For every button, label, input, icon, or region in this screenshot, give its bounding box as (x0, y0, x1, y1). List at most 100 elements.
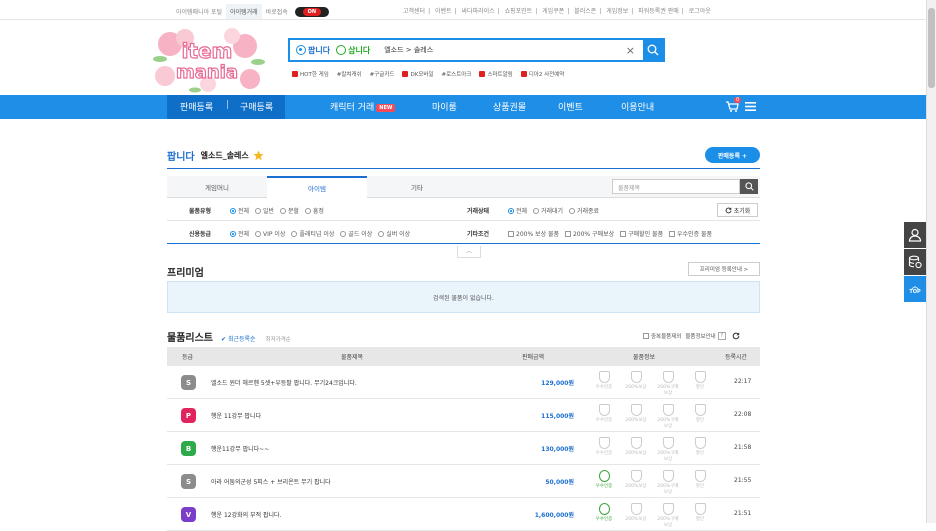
filter-row-2: 신용등급 전체 VIP 이상 플래티넘 이상 골드 이상 실버 이상 기타조건 … (167, 222, 760, 244)
top-link-gameinfo[interactable]: 게임정보 (603, 8, 631, 15)
filter-type-all[interactable]: 전체 (230, 208, 249, 215)
site-logo[interactable]: item mania (150, 24, 265, 96)
nav-char-trade[interactable]: 캐릭터 거래 NEW (330, 100, 396, 113)
filter-credit-gold[interactable]: 골드 이상 (340, 231, 372, 238)
filter-type-split[interactable]: 분할 (279, 208, 299, 215)
product-title[interactable]: 행운11강무 팝니다~~ (211, 444, 269, 453)
filter-state-all[interactable]: 전체 (508, 208, 527, 215)
sell-register-button[interactable]: 판매등록 + (705, 147, 760, 163)
product-info-guide[interactable]: 물품정보안내 (685, 332, 715, 340)
nav-voucher[interactable]: 상품권몰 (493, 100, 526, 113)
product-time: 21:58 (734, 444, 752, 451)
search-button[interactable] (643, 40, 663, 60)
product-title[interactable]: 아라 어둠의군성 5피스 + 브리온트 무기 팝니다 (211, 477, 331, 486)
premium-guide-button[interactable]: 프리미엄 등록안내 > (688, 262, 760, 276)
filter-etc-200buy[interactable]: 200% 구매보상 (564, 231, 614, 238)
cart-icon[interactable]: 0 (725, 97, 742, 114)
table-row[interactable]: V 행운 12강화의 부적 팝니다. 1,600,000원 우수인증 200%보상 200… (167, 498, 760, 531)
top-link-plus[interactable]: 블러스존 (571, 8, 599, 15)
product-search-button[interactable] (740, 179, 758, 194)
collapse-filter-button[interactable]: ︿ (457, 246, 481, 258)
sell-radio[interactable]: 팝니다 (296, 45, 330, 56)
top-link-cs[interactable]: 고객센터 (400, 8, 428, 15)
main-nav: 판매등록 | 구매등록 캐릭터 거래 NEW 마이룸 상품권몰 이벤트 이용안내 … (0, 95, 926, 119)
filter-credit-label: 신용등급 (189, 231, 212, 238)
help-icon[interactable]: ? (717, 332, 726, 340)
top-bar: 아이템매니아 포털 아이템거래 바로접속 ON 고객센터 | 이벤트 | 싸다파라이… (0, 0, 926, 20)
filter-etc-options: 200% 보상 물품 200% 구매보상 구매할인 물품 우수인증 물품 (508, 229, 716, 238)
buy-radio[interactable]: 삽니다 (336, 45, 370, 56)
top-link-event[interactable]: 이벤트 (432, 8, 455, 15)
filter-type-normal[interactable]: 일반 (254, 208, 274, 215)
hot-link-culture[interactable]: #칼쳐캐쉬 (337, 70, 362, 78)
portal-link[interactable]: 아이템매니아 포털 (172, 4, 226, 19)
quick-access-toggle[interactable]: ON (294, 6, 329, 17)
page-scrollbar[interactable] (926, 0, 936, 523)
filter-etc-discount[interactable]: 구매할인 물품 (620, 231, 663, 238)
filter-credit-silver[interactable]: 실버 이상 (378, 231, 410, 238)
product-price: 115,000원 (541, 413, 574, 420)
top-link-sale[interactable]: 싸다파라이스 (459, 8, 498, 15)
hot-link-google[interactable]: #구글카드 (370, 70, 395, 78)
hot-link-diablo[interactable]: 디아2 사전예약 (520, 70, 564, 78)
refresh-list-icon[interactable] (732, 332, 740, 340)
info-badge-label: 할인 (695, 517, 705, 522)
top-link-power[interactable]: 파워등록권 판매 (635, 8, 682, 15)
nav-buy-register[interactable]: 구매등록 (240, 100, 273, 113)
reset-label: 초기화 (733, 207, 751, 215)
hot-link-dk[interactable]: DK모바일 (402, 70, 434, 78)
scroll-top-button[interactable]: ︿ TOP (904, 276, 926, 302)
favorite-star-icon[interactable] (253, 150, 264, 161)
reset-filter-button[interactable]: 초기화 (717, 203, 758, 217)
filter-state-done[interactable]: 거래종료 (568, 208, 599, 215)
table-row[interactable]: S 아라 어둠의군성 5피스 + 브리온트 무기 팝니다 50,000원 우수인증 20… (167, 465, 760, 498)
grade-badge: B (181, 441, 196, 456)
shield-icon (694, 371, 706, 383)
nav-event[interactable]: 이벤트 (558, 100, 583, 113)
nav-sell-register[interactable]: 판매등록 (180, 100, 213, 113)
product-search-input[interactable]: 물품제목 (612, 179, 740, 194)
filter-etc-certified[interactable]: 우수인증 물품 (669, 231, 712, 238)
hot-link-smart[interactable]: 스마트알림 (479, 70, 513, 78)
info-badge: 우수인증 (592, 437, 616, 462)
filter-etc-200reward[interactable]: 200% 보상 물품 (508, 231, 559, 238)
table-row[interactable]: B 행운11강무 팝니다~~ 130,000원 우수인증 200%보상 200%구매보상 할… (167, 432, 760, 465)
shield-icon (630, 437, 642, 449)
table-row[interactable]: S 엘소드 윈더 헤르헨 5셋+우등팔 팝니다. 무기24크입니다. 129,000… (167, 366, 760, 399)
top-link-coupon[interactable]: 게임쿠폰 (539, 8, 567, 15)
filter-credit-platinum[interactable]: 플래티넘 이상 (291, 231, 334, 238)
sort-lowest[interactable]: 최저가격순 (266, 335, 291, 343)
top-link-point[interactable]: 쇼핑포인트 (502, 8, 536, 15)
shield-icon (598, 404, 610, 416)
tab-gamemoney[interactable]: 게임머니 (167, 176, 267, 198)
dedupe-checkbox[interactable] (643, 333, 649, 339)
premium-empty-text: 검색된 물품이 없습니다. (433, 294, 494, 302)
buy-radio-label: 삽니다 (348, 45, 371, 55)
menu-icon[interactable] (745, 102, 756, 113)
filter-state-waiting[interactable]: 거래대기 (532, 208, 563, 215)
nav-myroom[interactable]: 마이룸 (432, 100, 457, 113)
filter-credit-all[interactable]: 전체 (230, 231, 249, 238)
sort-recent[interactable]: ✔ 최근등록순 (221, 334, 256, 343)
hot-link-lostark[interactable]: #로스트아크 (442, 70, 472, 78)
chevron-up-icon: ︿ (465, 248, 472, 255)
product-title[interactable]: 행운 12강화의 부적 팝니다. (211, 510, 281, 519)
scrollbar-thumb[interactable] (928, 8, 935, 88)
quick-access-link[interactable]: 바로접속 (262, 4, 292, 19)
filter-credit-vip[interactable]: VIP 이상 (254, 231, 285, 238)
hot-link-hotgame[interactable]: HOT한 게임 (292, 70, 329, 78)
product-title[interactable]: 행운 11강무 팝니다 (211, 411, 261, 420)
tab-item[interactable]: 아이템 (267, 176, 367, 198)
search-input[interactable]: 엘소드 > 솔레스 (384, 45, 626, 55)
item-trade-link[interactable]: 아이템거래 (226, 4, 262, 19)
nav-guide[interactable]: 이용안내 (621, 100, 654, 113)
product-title[interactable]: 엘소드 윈더 헤르헨 5셋+우등팔 팝니다. 무기24크입니다. (211, 378, 357, 387)
search-icon (744, 182, 754, 191)
side-coin-button[interactable] (904, 249, 926, 275)
side-user-button[interactable] (904, 222, 926, 248)
clear-search-icon[interactable]: × (626, 44, 635, 57)
top-link-logout[interactable]: 로그아웃 (686, 8, 714, 15)
filter-type-negotiate[interactable]: 흥정 (304, 208, 324, 215)
tab-etc[interactable]: 기타 (367, 176, 467, 198)
table-row[interactable]: P 행운 11강무 팝니다 115,000원 우수인증 200%보상 200%구매보상 할인… (167, 399, 760, 432)
